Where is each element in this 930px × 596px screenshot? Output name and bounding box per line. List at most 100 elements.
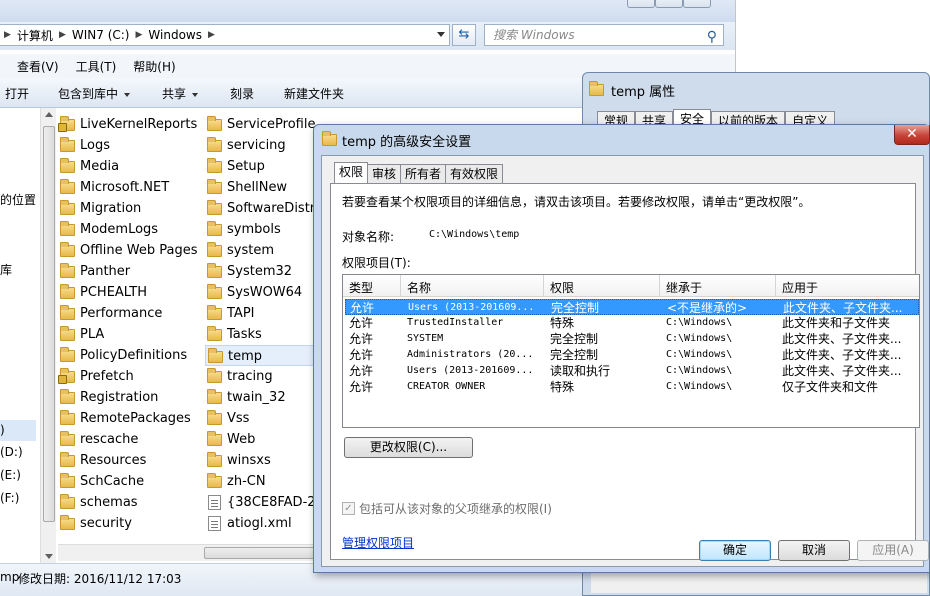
folder-item[interactable]: Tasks <box>205 324 315 345</box>
column-header-permission[interactable]: 权限 <box>550 279 574 296</box>
tab-permissions[interactable]: 权限 <box>334 162 369 183</box>
folder-item[interactable]: zh-CN <box>205 471 315 492</box>
folder-item[interactable]: System32 <box>205 261 315 282</box>
new-folder-button[interactable]: 新建文件夹 <box>284 85 344 102</box>
minimize-button[interactable] <box>627 0 655 8</box>
folder-item[interactable]: rescache <box>58 429 208 450</box>
folder-item[interactable]: Media <box>58 156 208 177</box>
breadcrumb-drive[interactable]: WIN7 (C:) <box>72 28 130 42</box>
column-header-type[interactable]: 类型 <box>349 279 373 296</box>
folder-item[interactable]: LiveKernelReports <box>58 114 208 135</box>
maximize-button[interactable] <box>655 0 683 8</box>
table-row[interactable]: 允许 CREATOR OWNER 特殊 C:\Windows\ 仅子文件夹和文件 <box>345 379 919 395</box>
scroll-up-icon[interactable] <box>45 112 53 117</box>
column-header-apply-to[interactable]: 应用于 <box>782 279 818 296</box>
column-header-inherited-from[interactable]: 继承于 <box>666 279 702 296</box>
folder-item[interactable]: PolicyDefinitions <box>58 345 208 366</box>
nav-item-libraries[interactable]: 库 <box>0 261 12 278</box>
folder-item[interactable]: RemotePackages <box>58 408 208 429</box>
column-divider[interactable] <box>543 275 544 297</box>
breadcrumb-windows[interactable]: Windows <box>148 28 202 42</box>
file-item[interactable]: {38CE8FAD-2E3 <box>205 492 315 513</box>
tab-auditing[interactable]: 审核 <box>367 164 402 183</box>
folder-item[interactable]: Setup <box>205 156 315 177</box>
burn-button[interactable]: 刻录 <box>230 85 254 102</box>
search-icon[interactable]: ⚲ <box>707 27 717 47</box>
apply-button[interactable]: 应用(A) <box>857 540 929 561</box>
folder-item[interactable]: Logs <box>58 135 208 156</box>
nav-item-drive-c[interactable]: ) <box>0 423 5 437</box>
folder-item[interactable]: TAPI <box>205 303 315 324</box>
table-row[interactable]: 允许 Users (2013-201609... 读取和执行 C:\Window… <box>345 363 919 379</box>
folder-item[interactable]: Registration <box>58 387 208 408</box>
close-icon[interactable]: ✕ <box>894 125 930 145</box>
folder-item[interactable]: Resources <box>58 450 208 471</box>
column-divider[interactable] <box>775 275 776 297</box>
close-window-button[interactable] <box>683 0 711 8</box>
include-in-library-button[interactable]: 包含到库中 <box>58 85 131 102</box>
folder-item-selected[interactable]: temp <box>205 345 315 366</box>
refresh-icon[interactable]: ⇆ <box>452 24 476 46</box>
folder-item[interactable]: tracing <box>205 366 315 387</box>
cancel-button[interactable]: 取消 <box>778 540 850 561</box>
folder-item[interactable]: ServiceProfiles <box>205 114 315 135</box>
table-row[interactable]: 允许 TrustedInstaller 特殊 C:\Windows\ 此文件夹和… <box>345 315 919 331</box>
manage-permission-entries-link[interactable]: 管理权限项目 <box>342 534 414 551</box>
address-dropdown-icon[interactable] <box>437 32 445 37</box>
folder-item[interactable]: winsxs <box>205 450 315 471</box>
nav-scroll-thumb[interactable] <box>43 126 55 522</box>
folder-item[interactable]: servicing <box>205 135 315 156</box>
folder-item[interactable]: Performance <box>58 303 208 324</box>
nav-item-drive-d[interactable]: (D:) <box>0 445 23 459</box>
table-row[interactable]: 允许 Administrators (20... 完全控制 C:\Windows… <box>345 347 919 363</box>
inherit-permissions-checkbox[interactable]: ✓ 包括可从该对象的父项继承的权限(I) <box>342 500 552 517</box>
folder-item[interactable]: SchCache <box>58 471 208 492</box>
h-scroll-thumb[interactable] <box>204 547 318 559</box>
nav-item-drive-f[interactable]: (F:) <box>0 491 19 505</box>
folder-item[interactable]: SysWOW64 <box>205 282 315 303</box>
nav-item-drive-e[interactable]: (E:) <box>0 468 21 482</box>
folder-item[interactable]: security <box>58 513 208 534</box>
search-input[interactable]: 搜索 Windows ⚲ <box>484 24 724 46</box>
locked-folder-icon <box>58 368 75 384</box>
address-bar[interactable]: ▶ 计算机 ▶ WIN7 (C:) ▶ Windows ▶ <box>0 24 450 46</box>
table-row-selected[interactable]: 允许 Users (2013-201609... 完全控制 <不是继承的> 此文… <box>345 299 919 315</box>
folder-item[interactable]: system <box>205 240 315 261</box>
folder-item[interactable]: Panther <box>58 261 208 282</box>
file-item[interactable]: atiogl.xml <box>205 513 315 534</box>
folder-item[interactable]: symbols <box>205 219 315 240</box>
horizontal-scrollbar[interactable] <box>58 544 318 561</box>
share-button[interactable]: 共享 <box>162 85 199 102</box>
tab-owner[interactable]: 所有者 <box>400 164 447 183</box>
checkbox-checked-icon[interactable]: ✓ <box>342 502 355 515</box>
column-header-name[interactable]: 名称 <box>407 279 431 296</box>
menu-view[interactable]: 查看(V) <box>17 58 59 75</box>
folder-item[interactable]: Migration <box>58 198 208 219</box>
permission-entries-list[interactable]: 类型 名称 权限 继承于 应用于 允许 Users (2013-201609..… <box>342 274 920 428</box>
tab-effective-permissions[interactable]: 有效权限 <box>445 164 504 183</box>
nav-scrollbar[interactable] <box>40 108 56 563</box>
column-divider[interactable] <box>400 275 401 297</box>
open-button[interactable]: 打开 <box>5 85 29 102</box>
change-permissions-button[interactable]: 更改权限(C)... <box>344 437 473 458</box>
ok-button[interactable]: 确定 <box>699 540 771 561</box>
folder-item[interactable]: Offline Web Pages <box>58 240 208 261</box>
folder-item[interactable]: Vss <box>205 408 315 429</box>
column-divider[interactable] <box>659 275 660 297</box>
table-row[interactable]: 允许 SYSTEM 完全控制 C:\Windows\ 此文件夹、子文件夹... <box>345 331 919 347</box>
folder-item[interactable]: schemas <box>58 492 208 513</box>
menu-help[interactable]: 帮助(H) <box>133 58 175 75</box>
folder-item[interactable]: Microsoft.NET <box>58 177 208 198</box>
nav-item-recent-places[interactable]: 的位置 <box>0 191 36 208</box>
folder-item[interactable]: ModemLogs <box>58 219 208 240</box>
folder-item[interactable]: PCHEALTH <box>58 282 208 303</box>
menu-tools[interactable]: 工具(T) <box>76 58 117 75</box>
breadcrumb-computer[interactable]: 计算机 <box>17 27 53 44</box>
folder-item[interactable]: twain_32 <box>205 387 315 408</box>
scroll-down-icon[interactable] <box>45 554 53 559</box>
folder-item[interactable]: Web <box>205 429 315 450</box>
folder-item[interactable]: Prefetch <box>58 366 208 387</box>
folder-item[interactable]: SoftwareDistribution <box>205 198 315 219</box>
folder-item[interactable]: ShellNew <box>205 177 315 198</box>
folder-item[interactable]: PLA <box>58 324 208 345</box>
